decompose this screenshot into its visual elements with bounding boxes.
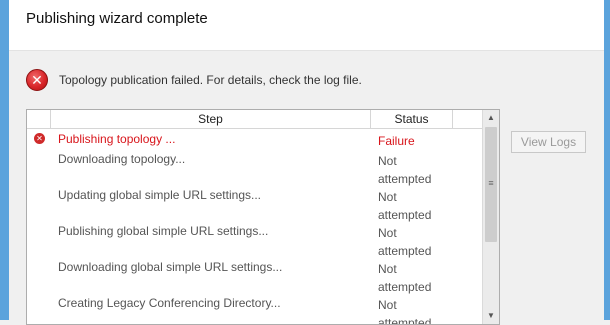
status-message: Topology publication failed. For details… [59,73,362,87]
step-name: Downloading topology... [58,152,186,166]
view-logs-button[interactable]: View Logs [511,131,586,153]
scroll-down-icon[interactable]: ▼ [483,308,499,324]
step-status: Not attempted [378,154,432,186]
step-status: Failure [378,134,415,148]
step-name: Updating global simple URL settings... [58,188,261,202]
error-icon: ✕ [26,69,48,91]
scrollbar-thumb[interactable]: ≡ [485,127,497,242]
step-name: Publishing global simple URL settings... [58,224,269,238]
window-frame-left [0,0,9,320]
step-name: Creating Legacy Conferencing Directory..… [58,296,281,310]
column-header-icon [27,110,51,129]
column-header-filler [453,110,483,129]
step-status: Not attempted [378,190,432,222]
step-status: Not attempted [378,262,432,294]
column-header-status[interactable]: Status [371,110,453,129]
step-status: Not attempted [378,226,432,258]
error-icon: ✕ [34,133,45,144]
step-name: Publishing topology ... [58,132,176,146]
step-name: Downloading global simple URL settings..… [58,260,283,274]
step-status: Not attempted [378,298,432,325]
grip-icon: ≡ [488,178,494,188]
wizard-header: Publishing wizard complete [9,0,604,51]
status-message-row: ✕ Topology publication failed. For detai… [26,68,362,92]
scroll-up-icon[interactable]: ▲ [483,110,499,126]
steps-list[interactable]: Step Status ✕ Publishing topology ... Fa… [26,109,500,325]
window-frame-right [604,0,610,320]
column-header-step[interactable]: Step [51,110,371,129]
vertical-scrollbar[interactable]: ▲ ≡ ▼ [482,110,499,324]
page-title: Publishing wizard complete [26,10,208,27]
